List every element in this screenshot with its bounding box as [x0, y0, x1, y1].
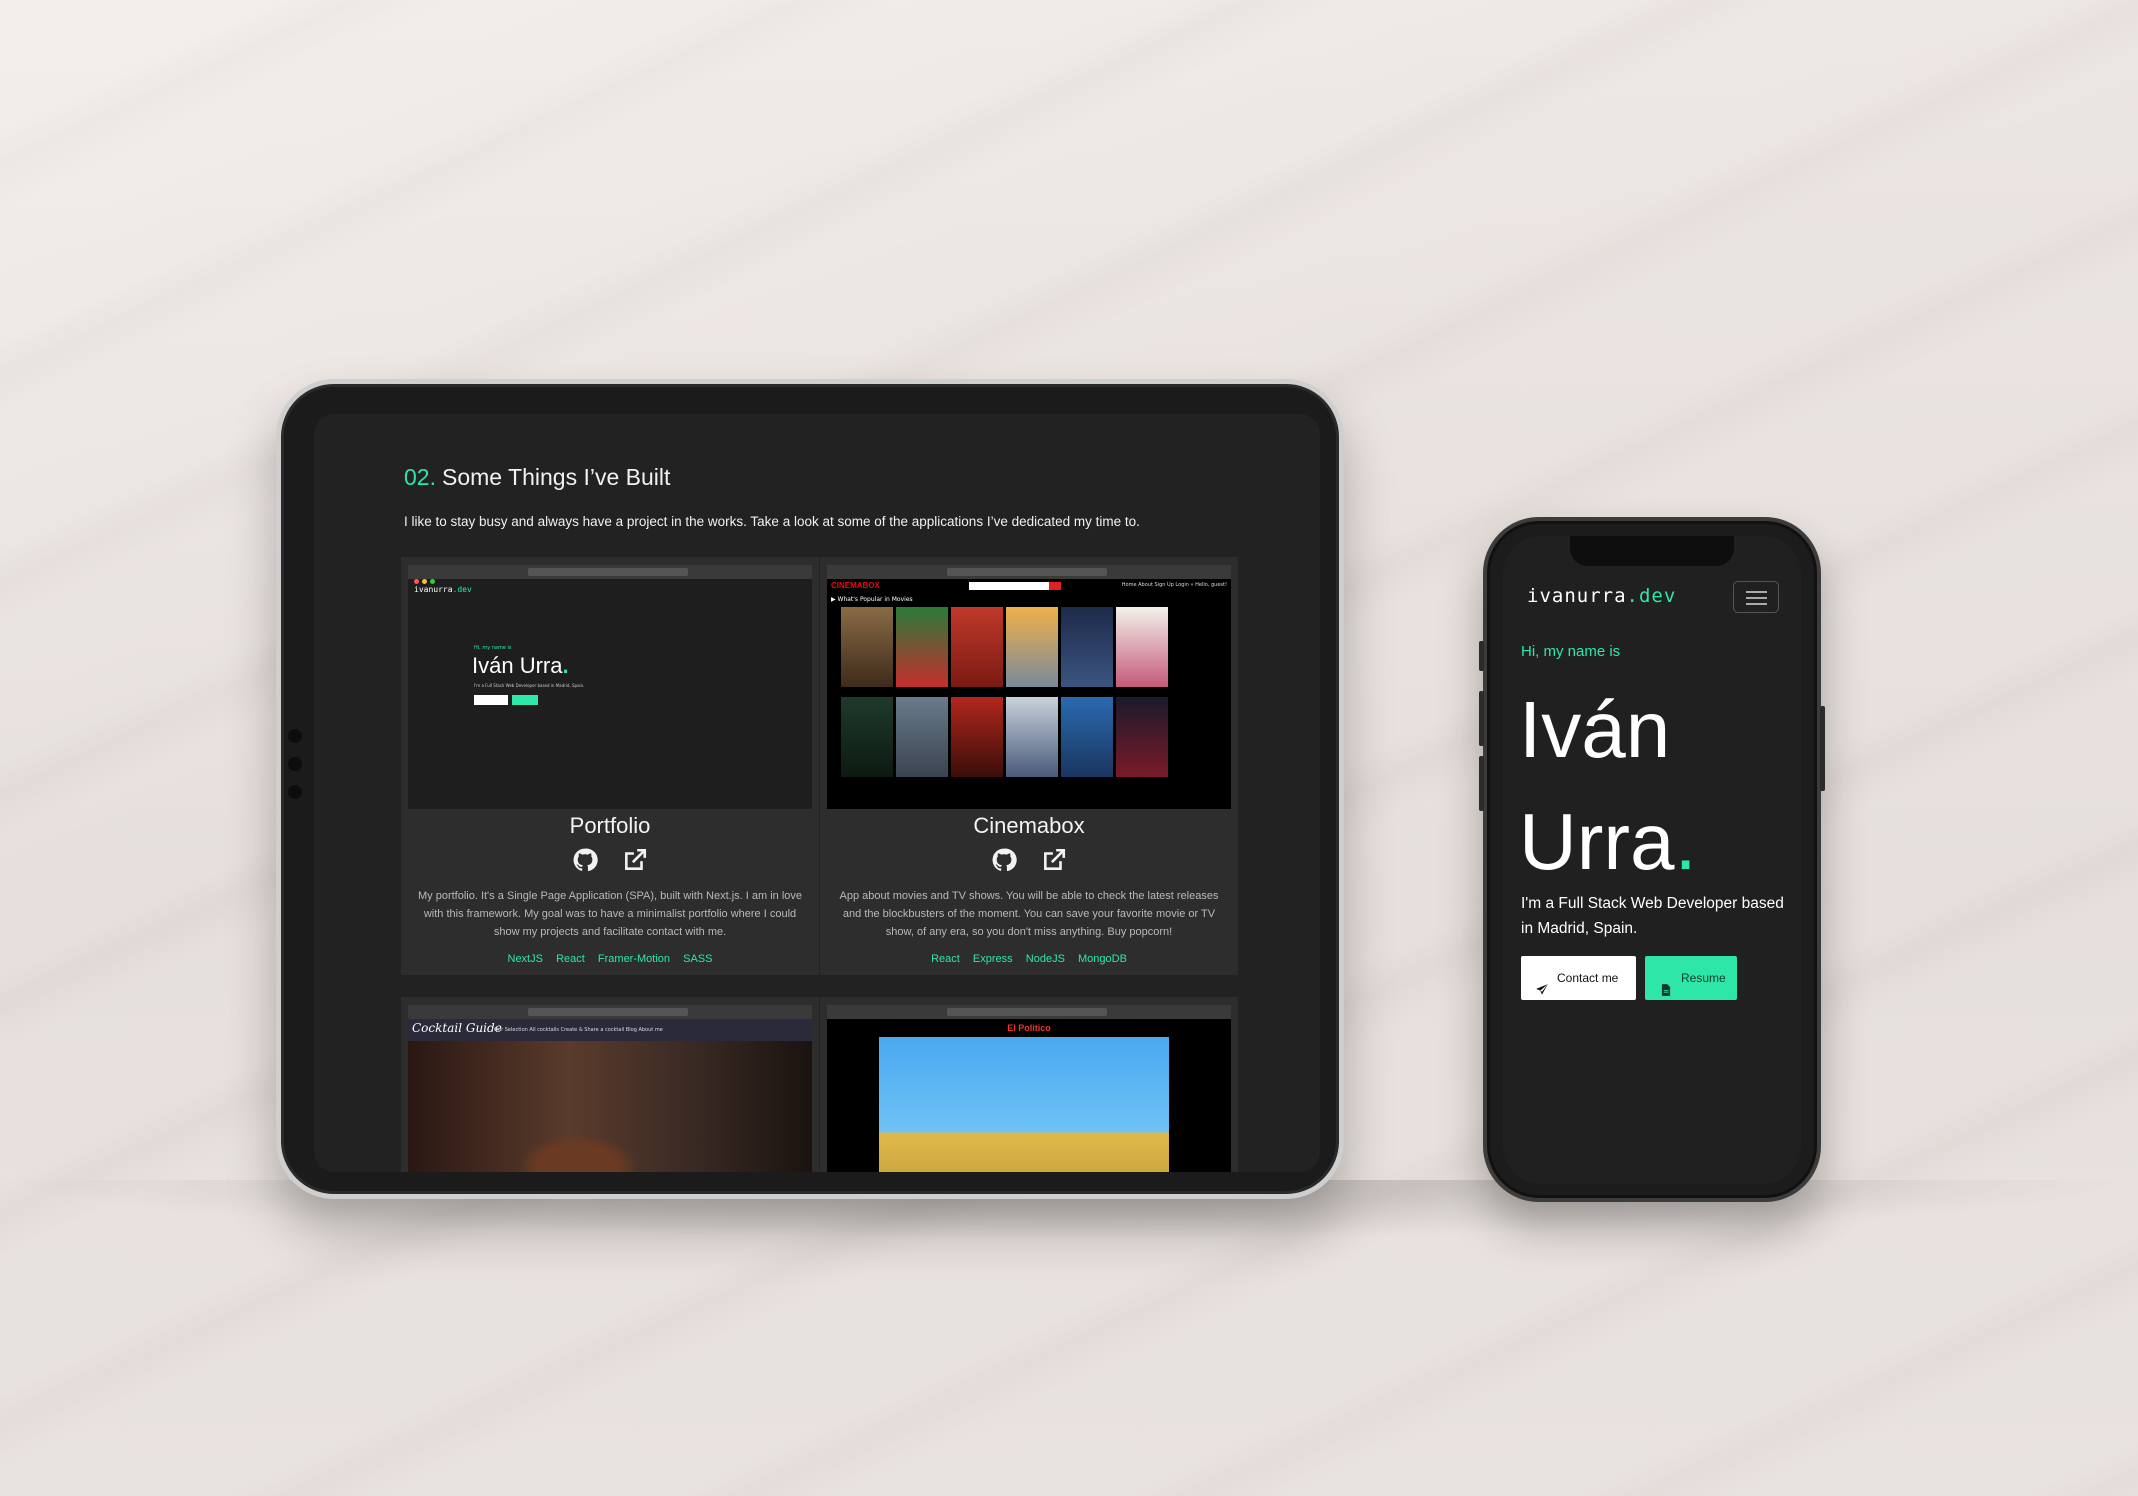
- tablet-device: 02. Some Things I’ve Built I like to stay…: [276, 379, 1344, 1199]
- section-number: 02.: [404, 464, 436, 490]
- project-tags: NextJS React Framer-Motion SASS: [401, 947, 819, 966]
- contact-me-button[interactable]: Contact me: [1521, 956, 1636, 1000]
- github-icon[interactable]: [572, 847, 599, 873]
- game-canvas: [879, 1037, 1169, 1172]
- cocktail-photo: [408, 1041, 812, 1172]
- project-card-el-politico: El Politico: [820, 997, 1238, 1172]
- tablet-screen: 02. Some Things I’ve Built I like to stay…: [314, 414, 1320, 1172]
- phone-screen: ivanurra.dev Hi, my name is Iván Urra. I…: [1503, 536, 1801, 1184]
- tag: NextJS: [507, 953, 543, 965]
- resume-button[interactable]: Resume: [1645, 956, 1737, 1000]
- project-screenshot[interactable]: CINEMABOX Home About Sign Up Login » Hel…: [827, 565, 1231, 809]
- greeting: Hi, my name is: [1521, 643, 1621, 660]
- mini-name: Iván Urra.: [472, 653, 569, 678]
- project-tags: React Express NodeJS MongoDB: [820, 947, 1238, 966]
- project-title: Portfolio: [569, 813, 651, 838]
- tag: Framer-Motion: [597, 953, 671, 965]
- project-description: App about movies and TV shows. You will …: [839, 890, 1219, 938]
- site-logo[interactable]: ivanurra.dev: [1527, 585, 1676, 607]
- project-card-portfolio: ivanurra.dev Hi, my name is Iván Urra. I…: [401, 557, 819, 975]
- section-title: 02. Some Things I’ve Built: [404, 464, 670, 491]
- tag: SASS: [683, 953, 713, 965]
- hero-name: Iván Urra.: [1519, 685, 1697, 886]
- tag: React: [556, 953, 585, 965]
- project-card-cocktail-guide: Cocktail Guide Our Selection All cocktai…: [401, 997, 819, 1172]
- hero-subtitle: I'm a Full Stack Web Developer based in …: [1521, 895, 1784, 937]
- document-icon: [1659, 971, 1673, 996]
- tag: MongoDB: [1078, 953, 1127, 965]
- paper-plane-icon: [1535, 971, 1549, 995]
- project-card-cinemabox: CINEMABOX Home About Sign Up Login » Hel…: [820, 557, 1238, 975]
- tablet-camera: [288, 729, 306, 813]
- project-screenshot[interactable]: ivanurra.dev Hi, my name is Iván Urra. I…: [408, 565, 812, 809]
- section-description: I like to stay busy and always have a pr…: [404, 514, 1140, 529]
- phone-notch: [1570, 536, 1734, 566]
- external-link-icon[interactable]: [622, 847, 648, 873]
- project-screenshot[interactable]: Cocktail Guide Our Selection All cocktai…: [408, 1005, 812, 1172]
- external-link-icon[interactable]: [1041, 847, 1067, 873]
- hamburger-menu-icon[interactable]: [1733, 581, 1779, 613]
- tag: Express: [972, 953, 1013, 965]
- mini-logo: ivanurra.dev: [414, 585, 472, 594]
- section-title-text: Some Things I’ve Built: [441, 464, 671, 490]
- project-screenshot[interactable]: El Politico: [827, 1005, 1231, 1172]
- github-icon[interactable]: [991, 847, 1018, 873]
- tag: NodeJS: [1025, 953, 1065, 965]
- movie-posters: [841, 607, 1201, 787]
- project-description: My portfolio. It's a Single Page Applica…: [417, 890, 802, 938]
- tag: React: [931, 953, 960, 965]
- project-title: Cinemabox: [973, 813, 1085, 838]
- phone-device: ivanurra.dev Hi, my name is Iván Urra. I…: [1479, 517, 1825, 1202]
